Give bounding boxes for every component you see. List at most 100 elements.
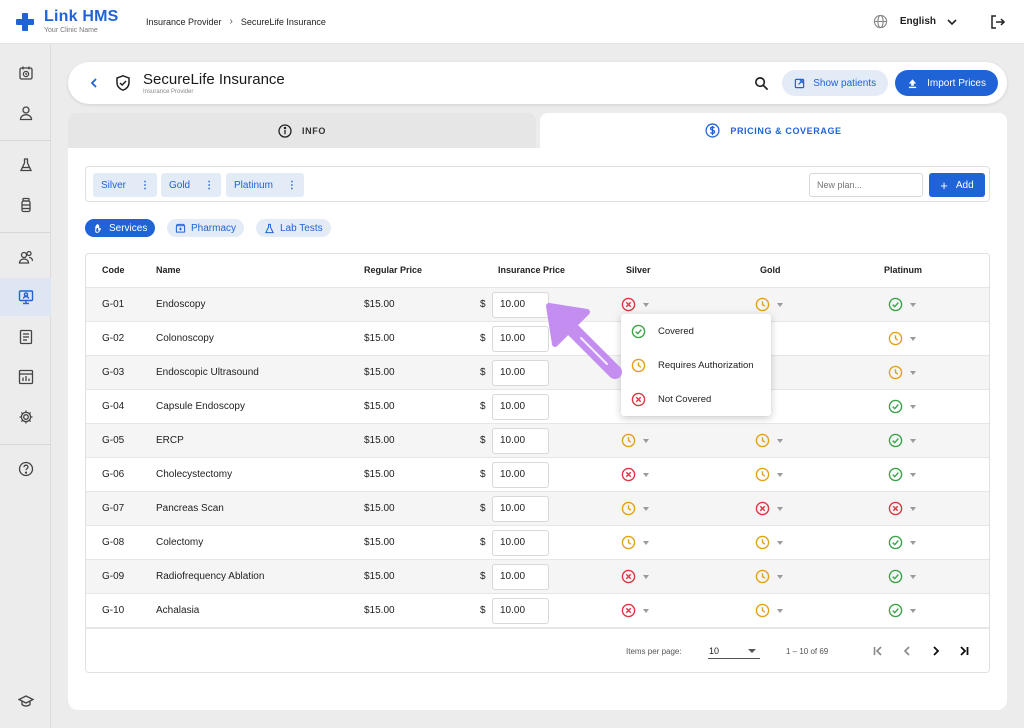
platinum-coverage-select[interactable]: [888, 603, 916, 618]
sidebar-item-lab[interactable]: [0, 146, 51, 184]
sidebar-item-pharmacy[interactable]: [0, 186, 51, 224]
platinum-coverage-select[interactable]: [888, 365, 916, 380]
pricing-panel: Silver ⋮ Gold ⋮ Platinum ⋮ + Add Service…: [68, 148, 1007, 710]
silver-coverage-select[interactable]: [621, 433, 649, 448]
logout-icon[interactable]: [990, 14, 1006, 30]
sidebar-item-settings[interactable]: [0, 398, 51, 436]
insurance-price-input[interactable]: 10.00: [492, 530, 549, 556]
show-patients-button[interactable]: Show patients: [782, 70, 889, 96]
previous-page-icon[interactable]: [900, 644, 914, 658]
category-pharmacy[interactable]: Pharmacy: [167, 219, 245, 237]
gold-coverage-select[interactable]: [755, 501, 783, 516]
platinum-coverage-select[interactable]: [888, 399, 916, 414]
tab-pricing-coverage[interactable]: PRICING & COVERAGE: [540, 113, 1007, 148]
more-vertical-icon[interactable]: ⋮: [204, 180, 214, 191]
language-selector[interactable]: English: [900, 16, 936, 27]
column-header-silver[interactable]: Silver: [626, 265, 651, 275]
column-header-name[interactable]: Name: [156, 265, 181, 275]
category-lab-tests[interactable]: Lab Tests: [256, 219, 331, 237]
search-icon[interactable]: [754, 76, 769, 91]
platinum-coverage-select[interactable]: [888, 535, 916, 550]
plan-chip-silver[interactable]: Silver ⋮: [93, 173, 158, 197]
breadcrumb-insurance-provider[interactable]: Insurance Provider: [146, 17, 222, 27]
silver-coverage-select[interactable]: [621, 569, 649, 584]
insurance-price-input[interactable]: 10.00: [492, 360, 549, 386]
next-page-icon[interactable]: [929, 644, 943, 658]
column-header-code[interactable]: Code: [102, 265, 125, 275]
platinum-coverage-select[interactable]: [888, 467, 916, 482]
gold-coverage-select[interactable]: [755, 535, 783, 550]
last-page-icon[interactable]: [957, 644, 971, 658]
silver-coverage-select[interactable]: [621, 603, 649, 618]
column-header-platinum[interactable]: Platinum: [884, 265, 922, 275]
gold-coverage-select[interactable]: [755, 569, 783, 584]
page-subtitle: Insurance Provider: [143, 88, 194, 95]
calendar-clock-icon: [18, 66, 33, 80]
option-requires-authorization[interactable]: Requires Authorization: [621, 348, 771, 382]
platinum-coverage-select[interactable]: [888, 331, 916, 346]
more-vertical-icon[interactable]: ⋮: [287, 180, 297, 191]
row-code: G-01: [102, 299, 125, 310]
page-size-select[interactable]: 10: [708, 641, 760, 659]
insurance-price-input[interactable]: 10.00: [492, 326, 549, 352]
option-not-covered[interactable]: Not Covered: [621, 382, 771, 416]
insurance-price-input[interactable]: 10.00: [492, 428, 549, 454]
gold-coverage-select[interactable]: [755, 603, 783, 618]
tab-info[interactable]: INFO: [68, 113, 536, 148]
silver-coverage-select[interactable]: [621, 467, 649, 482]
row-name: Colectomy: [156, 537, 204, 548]
globe-icon[interactable]: [873, 14, 888, 29]
row-code: G-08: [102, 537, 125, 548]
column-header-insurance-price[interactable]: Insurance Price: [498, 265, 565, 275]
platinum-coverage-select[interactable]: [888, 433, 916, 448]
silver-coverage-select[interactable]: [621, 535, 649, 550]
gold-coverage-select[interactable]: [755, 433, 783, 448]
add-plan-button[interactable]: + Add: [929, 173, 985, 197]
insurance-price-input[interactable]: 10.00: [492, 564, 549, 590]
sidebar-item-staff[interactable]: [0, 238, 51, 276]
plan-chip-platinum[interactable]: Platinum ⋮: [226, 173, 304, 197]
sidebar-item-appointments[interactable]: [0, 54, 51, 92]
sidebar-item-reports[interactable]: [0, 358, 51, 396]
gold-coverage-select[interactable]: [755, 467, 783, 482]
sidebar-item-patients[interactable]: [0, 94, 51, 132]
gold-coverage-select[interactable]: [755, 297, 783, 312]
table-row: G-04 Capsule Endoscopy $15.00 $10.00: [86, 390, 989, 424]
sidebar-item-help[interactable]: [0, 450, 51, 488]
row-regular-price: $15.00: [364, 537, 395, 548]
import-prices-button[interactable]: Import Prices: [895, 70, 998, 96]
app-logo[interactable]: Link HMS Your Clinic Name: [16, 9, 140, 34]
check-circle-icon: [888, 433, 903, 448]
check-circle-icon: [631, 324, 646, 339]
new-plan-input[interactable]: [809, 173, 923, 197]
insurance-price-input[interactable]: 10.00: [492, 292, 549, 318]
sidebar-item-records[interactable]: [0, 318, 51, 356]
option-covered[interactable]: Covered: [621, 314, 771, 348]
insurance-price-input[interactable]: 10.00: [492, 496, 549, 522]
import-prices-label: Import Prices: [927, 77, 986, 89]
insurance-price-input[interactable]: 10.00: [492, 462, 549, 488]
silver-coverage-select[interactable]: [621, 501, 649, 516]
platinum-coverage-select[interactable]: [888, 569, 916, 584]
insurance-price-input[interactable]: 10.00: [492, 394, 549, 420]
upload-icon: [907, 78, 918, 89]
dropdown-caret-icon: [777, 608, 783, 613]
more-vertical-icon[interactable]: ⋮: [140, 180, 150, 191]
currency-symbol: $: [480, 299, 486, 310]
first-page-icon[interactable]: [871, 644, 885, 658]
insurance-price-input[interactable]: 10.00: [492, 598, 549, 624]
platinum-coverage-select[interactable]: [888, 501, 916, 516]
back-arrow-icon[interactable]: [88, 77, 100, 89]
column-header-regular-price[interactable]: Regular Price: [364, 265, 422, 275]
column-header-gold[interactable]: Gold: [760, 265, 781, 275]
page-range: 1 – 10 of 69: [786, 647, 829, 656]
category-services[interactable]: Services: [85, 219, 156, 237]
row-regular-price: $15.00: [364, 333, 395, 344]
sidebar-item-insurance[interactable]: [0, 278, 51, 316]
plan-chip-gold[interactable]: Gold ⋮: [161, 173, 222, 197]
platinum-coverage-select[interactable]: [888, 297, 916, 312]
currency-symbol: $: [480, 469, 486, 480]
x-circle-icon: [621, 569, 636, 584]
sidebar-item-academy[interactable]: [0, 682, 51, 720]
chevron-down-icon[interactable]: [946, 16, 958, 28]
